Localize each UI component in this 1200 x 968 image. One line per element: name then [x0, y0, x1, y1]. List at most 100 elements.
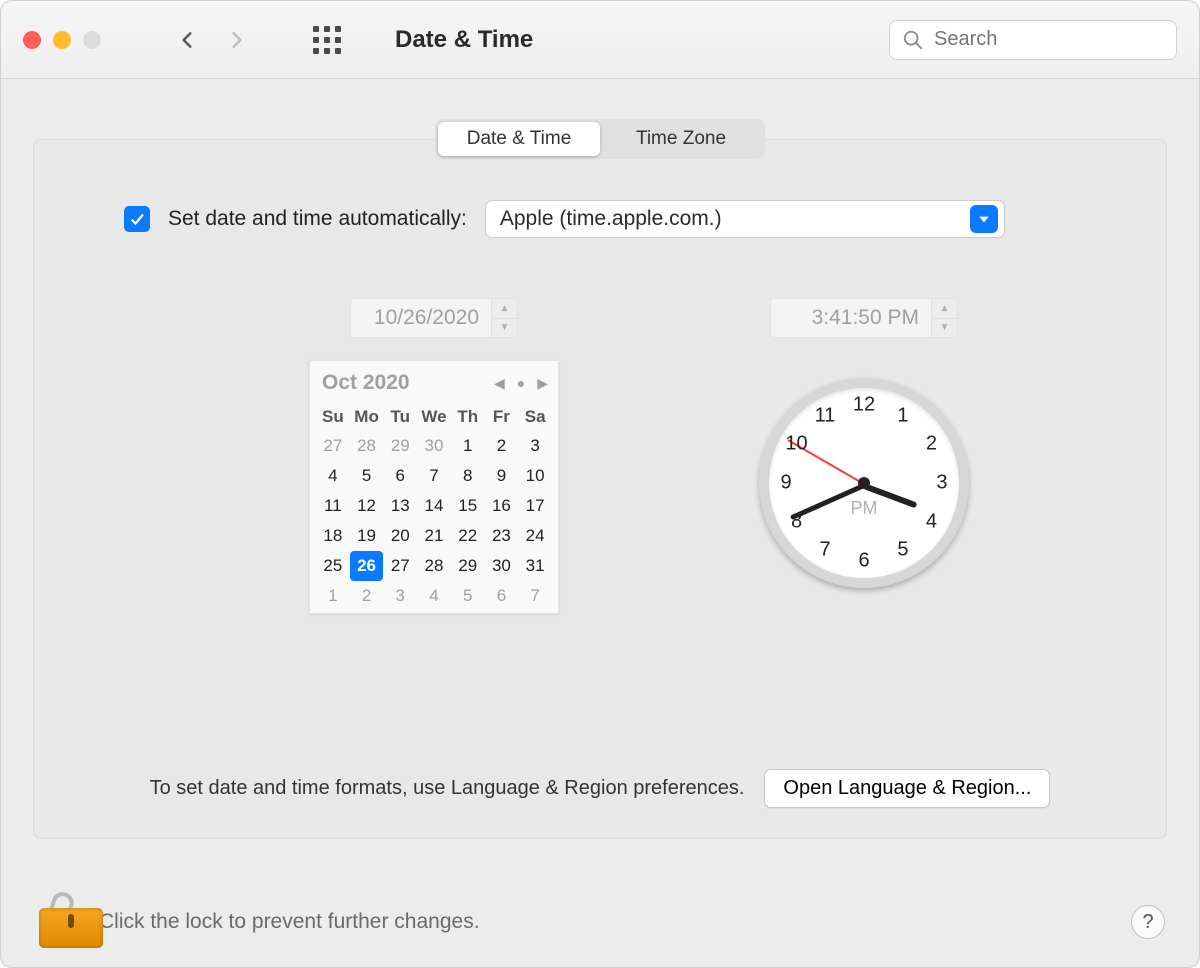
clock-numeral: 8: [791, 510, 802, 533]
calendar-day: 30: [417, 431, 451, 461]
calendar-day: 23: [485, 521, 519, 551]
calendar-day: 6: [383, 461, 417, 491]
calendar-day: 4: [316, 461, 350, 491]
calendar-day: 12: [350, 491, 384, 521]
time-step-up: ▲: [932, 299, 957, 319]
calendar-day: 20: [383, 521, 417, 551]
clock-numeral: 7: [819, 539, 830, 562]
calendar-day: 28: [350, 431, 384, 461]
window-controls: [23, 31, 101, 49]
date-step-down: ▼: [492, 319, 517, 338]
calendar-day: 29: [383, 431, 417, 461]
show-all-icon[interactable]: [313, 26, 341, 54]
clock-ampm-label: PM: [851, 498, 878, 519]
calendar-month-label: Oct 2020: [322, 371, 410, 395]
calendar-day: 14: [417, 491, 451, 521]
calendar-day: 4: [417, 581, 451, 611]
toolbar: Date & Time: [1, 1, 1199, 79]
calendar-day: 5: [451, 581, 485, 611]
calendar-day: 7: [417, 461, 451, 491]
calendar-dow: Sa: [518, 403, 552, 431]
calendar-day: 19: [350, 521, 384, 551]
calendar-day: 27: [316, 431, 350, 461]
search-icon: [902, 29, 924, 51]
calendar-prev-icon: ◀: [494, 375, 505, 392]
calendar-dow: Mo: [350, 403, 384, 431]
pane-title: Date & Time: [395, 26, 533, 54]
time-step-down: ▼: [932, 319, 957, 338]
clock-numeral: 2: [926, 433, 937, 456]
calendar-day: 22: [451, 521, 485, 551]
format-footer: To set date and time formats, use Langua…: [64, 769, 1136, 808]
calendar-day: 3: [383, 581, 417, 611]
calendar-day: 2: [485, 431, 519, 461]
date-field: 10/26/2020 ▲ ▼: [350, 298, 518, 338]
nav-buttons: [177, 28, 247, 52]
clock-pivot: [858, 477, 870, 489]
calendar-day: 8: [451, 461, 485, 491]
calendar-day: 15: [451, 491, 485, 521]
calendar-day: 28: [417, 551, 451, 581]
time-stepper: ▲ ▼: [931, 299, 957, 337]
calendar-next-icon: ▶: [537, 375, 548, 392]
time-field: 3:41:50 PM ▲ ▼: [770, 298, 958, 338]
calendar-dow: Th: [451, 403, 485, 431]
time-server-combobox[interactable]: Apple (time.apple.com.): [485, 200, 1005, 238]
clock-numeral: 3: [936, 472, 947, 495]
calendar-header: Oct 2020 ◀ ● ▶: [316, 367, 552, 403]
calendar-dow: We: [417, 403, 451, 431]
help-button[interactable]: ?: [1131, 905, 1165, 939]
calendar-day: 3: [518, 431, 552, 461]
close-window-button[interactable]: [23, 31, 41, 49]
tab-date-time[interactable]: Date & Time: [438, 122, 600, 156]
clock-numeral: 4: [926, 510, 937, 533]
calendar-day: 9: [485, 461, 519, 491]
calendar-day: 13: [383, 491, 417, 521]
tab-time-zone[interactable]: Time Zone: [600, 122, 762, 156]
date-field-value: 10/26/2020: [351, 299, 491, 337]
forward-button: [227, 28, 247, 52]
time-server-value: Apple (time.apple.com.): [500, 207, 722, 231]
tab-bar: Date & Time Time Zone: [435, 119, 765, 159]
auto-set-label: Set date and time automatically:: [168, 207, 467, 231]
calendar-day: 30: [485, 551, 519, 581]
calendar-day: 2: [350, 581, 384, 611]
calendar-day: 1: [316, 581, 350, 611]
calendar-day: 10: [518, 461, 552, 491]
combobox-chevron-icon: [970, 205, 998, 233]
clock-numeral: 11: [815, 404, 836, 427]
settings-panel: Set date and time automatically: Apple (…: [33, 139, 1167, 839]
calendar-day: 24: [518, 521, 552, 551]
clock-numeral: 6: [858, 549, 869, 572]
calendar-day: 17: [518, 491, 552, 521]
auto-set-checkbox[interactable]: [124, 206, 150, 232]
search-input[interactable]: [932, 27, 1200, 52]
date-step-up: ▲: [492, 299, 517, 319]
search-field[interactable]: [889, 20, 1177, 60]
calendar-day: 31: [518, 551, 552, 581]
time-column: 3:41:50 PM ▲ ▼ PM 123456789101112: [714, 298, 1014, 614]
date-stepper: ▲ ▼: [491, 299, 517, 337]
clock-numeral: 5: [897, 539, 908, 562]
clock-numeral: 1: [897, 404, 908, 427]
calendar-day: 5: [350, 461, 384, 491]
calendar-day: 29: [451, 551, 485, 581]
calendar-day: 6: [485, 581, 519, 611]
calendar-day: 21: [417, 521, 451, 551]
calendar-day: 11: [316, 491, 350, 521]
format-hint: To set date and time formats, use Langua…: [150, 777, 745, 800]
open-language-region-button[interactable]: Open Language & Region...: [764, 769, 1050, 808]
calendar: Oct 2020 ◀ ● ▶ SuMoTuWeThFrSa27282930123…: [309, 360, 559, 614]
clock-numeral: 9: [781, 472, 792, 495]
pane-body: Date & Time Time Zone Set date and time …: [1, 79, 1199, 877]
lock-icon[interactable]: [35, 896, 75, 948]
calendar-day: 27: [383, 551, 417, 581]
auto-set-row: Set date and time automatically: Apple (…: [124, 200, 1106, 238]
clock-numeral: 10: [785, 433, 807, 456]
back-button[interactable]: [177, 28, 197, 52]
analog-clock: PM 123456789101112: [759, 378, 969, 588]
preferences-window: Date & Time Date & Time Time Zone Set da…: [0, 0, 1200, 968]
bottom-bar: Click the lock to prevent further change…: [1, 877, 1199, 967]
minimize-window-button[interactable]: [53, 31, 71, 49]
calendar-dow: Fr: [485, 403, 519, 431]
